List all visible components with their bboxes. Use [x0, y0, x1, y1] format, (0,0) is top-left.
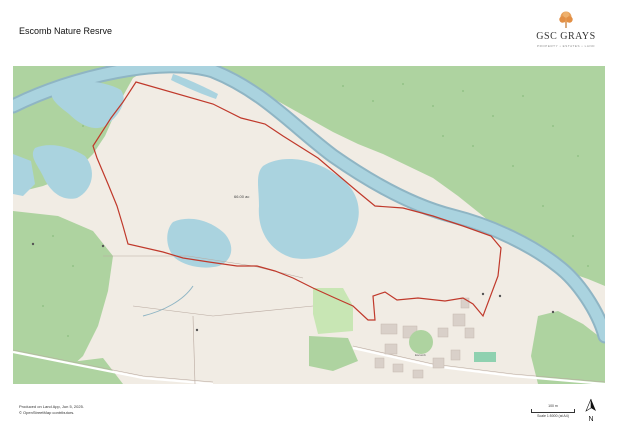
company-logo: GSC GRAYS PROPERTY • ESTATES • LAND [528, 10, 604, 48]
north-label: N [588, 416, 594, 423]
churchyard [409, 330, 433, 354]
logo-brand-name: GSC GRAYS [536, 31, 596, 42]
page-title: Escomb Nature Resrve [19, 26, 113, 36]
scale-distance: 100 m [548, 404, 558, 408]
north-arrow: N [582, 398, 600, 423]
map-canvas[interactable]: 66.00 ac Escomb [13, 66, 605, 384]
village-label: Escomb [415, 353, 426, 357]
north-arrow-icon [585, 398, 596, 412]
logo-tagline: PROPERTY • ESTATES • LAND [536, 44, 596, 48]
sports-field [474, 352, 496, 362]
map-footer: Produced on Land App, Jun 5, 2025. © Ope… [19, 404, 84, 416]
attribution-text: © OpenStreetMap contributors. [19, 410, 75, 415]
area-label: 66.00 ac [234, 194, 249, 199]
tree-icon [559, 11, 573, 28]
scale-bar: 100 m Scale 1:5000 (at A4) [531, 404, 575, 418]
map-view[interactable]: 66.00 ac Escomb [13, 66, 605, 384]
scale-bar-line [531, 409, 575, 413]
scale-ratio: Scale 1:5000 (at A4) [537, 414, 569, 418]
